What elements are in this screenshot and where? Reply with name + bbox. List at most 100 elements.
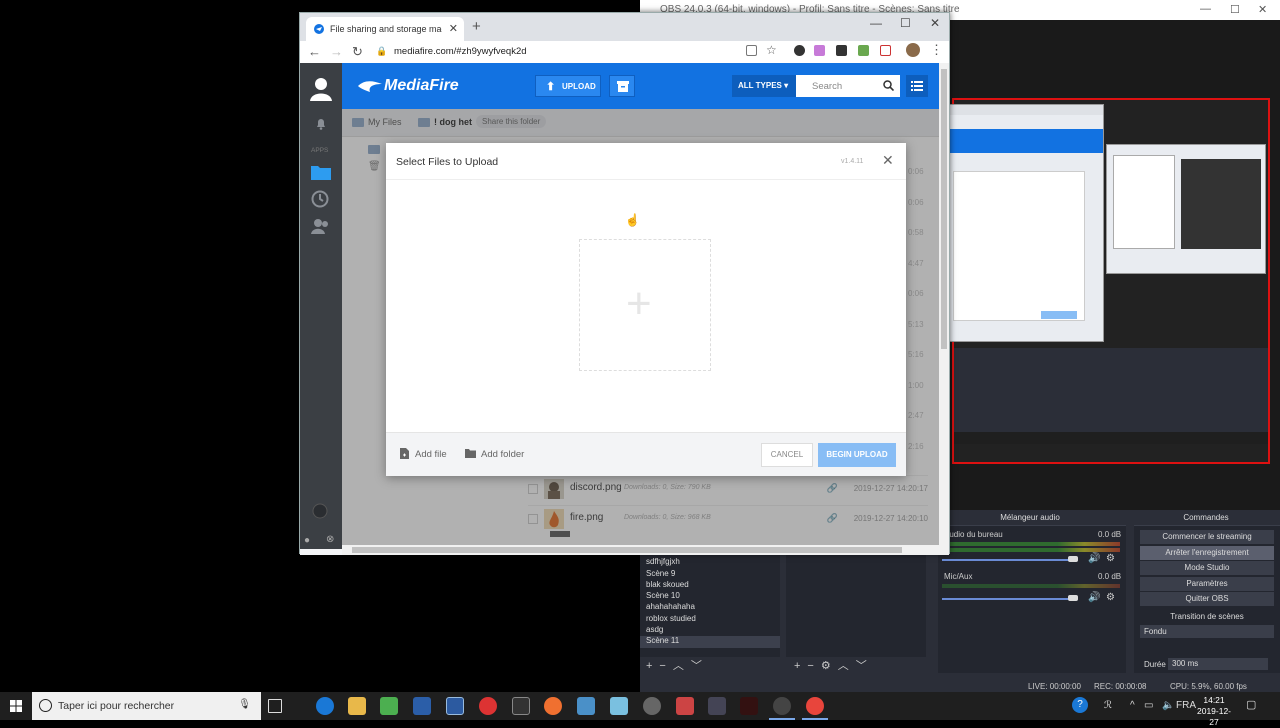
network-icon[interactable]: ▭	[1144, 700, 1153, 711]
help-icon[interactable]: ?	[1072, 697, 1088, 713]
info-icon[interactable]: ●	[304, 535, 310, 546]
help-icon[interactable]: ⊗	[326, 534, 334, 545]
storage-pie-icon[interactable]	[312, 503, 328, 519]
bookmark-star-icon[interactable]: ☆	[766, 43, 777, 57]
mediafire-logo[interactable]: MediaFire	[358, 77, 459, 95]
extension-4-icon[interactable]	[858, 45, 869, 56]
close-icon[interactable]: ✕	[930, 16, 940, 30]
file-explorer-icon[interactable]	[348, 697, 366, 715]
studio-mode-button[interactable]: Mode Studio	[1140, 561, 1274, 575]
contacts-icon[interactable]	[311, 218, 331, 234]
browser-tab[interactable]: File sharing and storage made simple ✕	[306, 17, 464, 41]
tab-close-icon[interactable]: ✕	[449, 22, 458, 35]
folder-icon[interactable]	[311, 164, 331, 180]
horizontal-scrollbar[interactable]	[342, 545, 939, 555]
language-indicator[interactable]: FRA	[1176, 700, 1196, 711]
add-folder-button[interactable]: Add folder	[481, 449, 524, 460]
transition-select[interactable]: Fondu	[1140, 625, 1274, 638]
app-icon[interactable]	[740, 697, 758, 715]
app-icon[interactable]	[610, 697, 628, 715]
app-icon[interactable]	[413, 697, 431, 715]
scrollbar-thumb[interactable]	[941, 69, 947, 349]
drop-zone[interactable]: +	[579, 239, 711, 371]
scene-item[interactable]: asdg	[640, 625, 780, 636]
chrome-icon[interactable]	[802, 697, 828, 720]
extension-1-icon[interactable]	[794, 45, 805, 56]
people-icon[interactable]: ℛ	[1104, 700, 1112, 711]
scenes-list[interactable]: trovesdfhjfgjxhScène 9blak skouedScène 1…	[640, 545, 780, 657]
profile-avatar[interactable]	[906, 43, 920, 57]
steam-icon[interactable]	[643, 697, 661, 715]
translate-icon[interactable]	[746, 45, 757, 56]
edge-icon[interactable]	[316, 697, 334, 715]
system-clock[interactable]: 14:21 2019-12-27	[1196, 695, 1232, 728]
app-icon[interactable]	[544, 697, 562, 715]
scrollbar-thumb[interactable]	[352, 547, 902, 553]
exit-button[interactable]: Quitter OBS	[1140, 592, 1274, 606]
extension-5-icon[interactable]	[880, 45, 891, 56]
vertical-scrollbar[interactable]	[939, 63, 949, 555]
user-avatar-icon[interactable]	[308, 75, 334, 101]
add-file-button[interactable]: Add file	[415, 449, 447, 460]
track-1-volume-knob[interactable]	[1068, 556, 1078, 562]
close-icon[interactable]: ✕	[1258, 3, 1267, 16]
search-input[interactable]: Search	[796, 75, 900, 97]
visual-studio-icon[interactable]	[446, 697, 464, 715]
chevron-up-icon[interactable]: ^	[1130, 700, 1135, 711]
source-controls[interactable]: +−⚙︿﹀	[794, 657, 874, 673]
volume-icon[interactable]: 🔈	[1162, 700, 1174, 711]
track-2-volume-knob[interactable]	[1068, 595, 1078, 601]
reload-icon[interactable]: ↻	[352, 44, 363, 60]
microphone-icon[interactable]: 🎙	[238, 699, 251, 710]
scene-item[interactable]: blak skoued	[640, 580, 780, 591]
minecraft-icon[interactable]	[380, 697, 398, 715]
scene-item[interactable]: ahahahahaha	[640, 602, 780, 613]
speaker-icon[interactable]: 🔊	[1088, 592, 1100, 603]
maximize-icon[interactable]: ☐	[1230, 3, 1240, 16]
search-icon[interactable]	[883, 80, 894, 91]
close-icon[interactable]: ✕	[882, 152, 894, 169]
gear-icon[interactable]: ⚙	[1106, 592, 1115, 603]
extension-2-icon[interactable]	[814, 45, 825, 56]
bell-icon[interactable]	[315, 118, 327, 130]
begin-upload-button[interactable]: BEGIN UPLOAD	[818, 443, 896, 467]
clock-icon[interactable]	[311, 190, 329, 208]
track-2-volume-slider[interactable]	[942, 598, 1074, 600]
upload-button[interactable]: ⬆ UPLOAD	[535, 75, 601, 97]
start-streaming-button[interactable]: Commencer le streaming	[1140, 530, 1274, 544]
duration-input[interactable]: 300 ms	[1168, 658, 1268, 670]
create-folder-button[interactable]	[609, 75, 635, 97]
windows-start-icon[interactable]	[0, 692, 32, 720]
track-1-volume-slider[interactable]	[942, 559, 1074, 561]
cancel-button[interactable]: CANCEL	[761, 443, 813, 467]
scene-item[interactable]: roblox studied	[640, 614, 780, 625]
speaker-icon[interactable]: 🔊	[1088, 553, 1100, 564]
task-view-icon[interactable]	[268, 699, 282, 713]
obs-icon[interactable]	[769, 697, 795, 720]
app-icon[interactable]	[512, 697, 530, 715]
settings-button[interactable]: Paramètres	[1140, 576, 1274, 591]
menu-dots-icon[interactable]: ⋮	[930, 42, 943, 58]
gear-icon[interactable]: ⚙	[1106, 553, 1115, 564]
lock-icon[interactable]: 🔒	[376, 46, 387, 57]
address-bar[interactable]: 🔒 mediafire.com/#zh9ywyfveqk2d	[376, 43, 766, 61]
sources-list[interactable]	[786, 545, 926, 657]
maximize-icon[interactable]: ☐	[900, 16, 911, 30]
new-tab-icon[interactable]: +	[472, 18, 481, 35]
app-icon[interactable]	[708, 697, 726, 715]
scene-item[interactable]: Scène 11	[640, 636, 780, 648]
back-icon[interactable]: ←	[308, 44, 321, 59]
extension-3-icon[interactable]	[836, 45, 847, 56]
minimize-icon[interactable]: —	[1200, 3, 1211, 15]
scene-item[interactable]: Scène 10	[640, 591, 780, 602]
scene-controls[interactable]: +−︿﹀	[646, 657, 709, 673]
app-icon[interactable]	[577, 697, 595, 715]
stop-recording-button[interactable]: Arrêter l'enregistrement	[1140, 545, 1274, 560]
file-type-filter[interactable]: ALL TYPES ▾	[732, 75, 796, 97]
minimize-icon[interactable]: —	[870, 16, 882, 30]
notifications-icon[interactable]: ▢	[1246, 698, 1256, 711]
app-icon[interactable]	[676, 697, 694, 715]
scene-item[interactable]: Scène 9	[640, 569, 780, 580]
list-view-button[interactable]	[906, 75, 928, 97]
app-icon[interactable]	[479, 697, 497, 715]
